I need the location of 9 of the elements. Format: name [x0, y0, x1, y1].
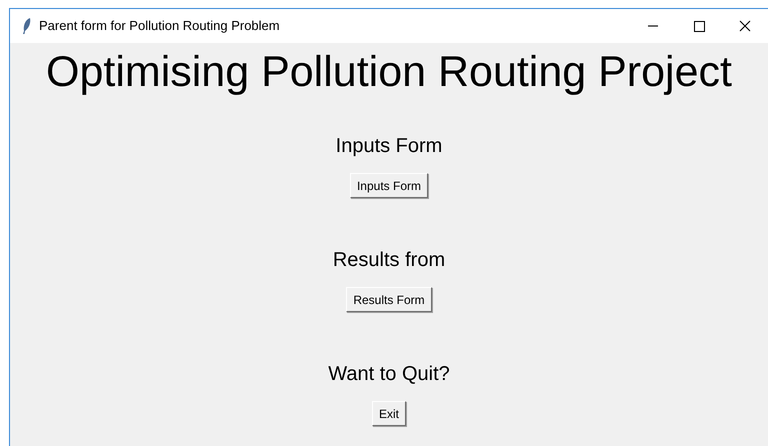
- page-heading: Optimising Pollution Routing Project: [46, 51, 732, 94]
- section-label: Want to Quit?: [328, 362, 450, 386]
- form-button[interactable]: Results Form: [346, 287, 432, 312]
- window-title: Parent form for Pollution Routing Problem: [39, 17, 280, 36]
- form-button[interactable]: Inputs Form: [350, 173, 428, 198]
- feather-icon: [22, 17, 32, 35]
- section-label: Results from: [332, 248, 446, 272]
- section-label: Inputs Form: [336, 134, 442, 158]
- form-button[interactable]: Exit: [372, 401, 406, 426]
